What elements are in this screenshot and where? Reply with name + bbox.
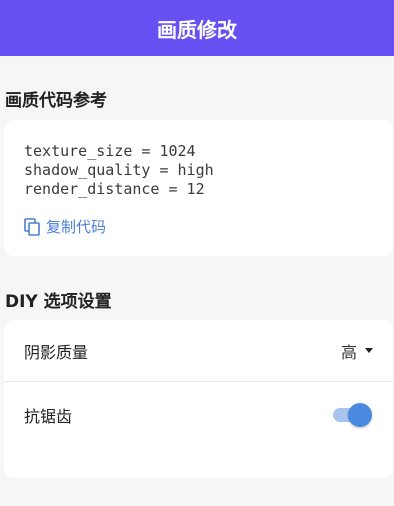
- copy-icon: [24, 217, 40, 236]
- toggle-thumb: [348, 403, 372, 427]
- chevron-down-icon: [365, 348, 373, 353]
- page-title: 画质修改: [157, 17, 237, 42]
- shadow-quality-value: 高: [340, 342, 357, 362]
- settings-card: 阴影质量 高 抗锯齿: [4, 320, 393, 478]
- copy-code-label: 复制代码: [46, 218, 107, 236]
- antialias-row: 抗锯齿: [4, 383, 393, 447]
- app-header: 画质修改: [0, 0, 394, 56]
- antialias-toggle[interactable]: [333, 403, 373, 427]
- antialias-label: 抗锯齿: [24, 407, 73, 426]
- copy-code-button[interactable]: 复制代码: [24, 216, 106, 237]
- code-line-2: shadow_quality = high: [24, 161, 214, 179]
- code-card: texture_size = 1024 shadow_quality = hig…: [4, 120, 393, 256]
- code-line-3: render_distance = 12: [24, 180, 205, 198]
- shadow-quality-select[interactable]: 高: [341, 339, 373, 363]
- code-line-1: texture_size = 1024: [24, 142, 196, 160]
- code-block: texture_size = 1024 shadow_quality = hig…: [24, 142, 214, 199]
- shadow-quality-label: 阴影质量: [24, 342, 89, 362]
- diy-section-title: DIY 选项设置: [5, 292, 112, 312]
- code-section-title: 画质代码参考: [5, 91, 107, 111]
- shadow-quality-row: 阴影质量 高: [4, 320, 393, 382]
